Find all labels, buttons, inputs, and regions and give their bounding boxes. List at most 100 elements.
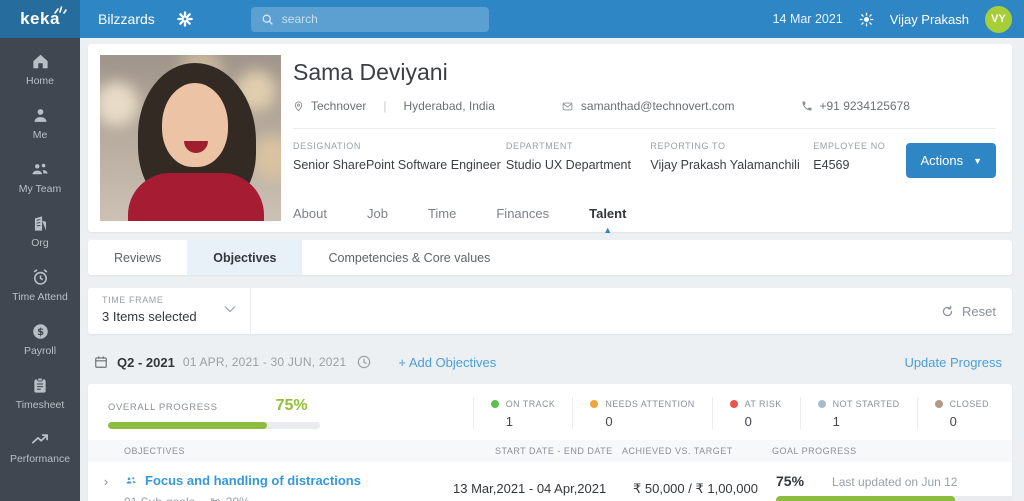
subtab-competencies[interactable]: Competencies & Core values	[302, 240, 516, 275]
status-dot	[817, 400, 826, 408]
subtab-objectives[interactable]: Objectives	[187, 240, 303, 275]
sidebar-label: Org	[31, 237, 49, 249]
building-icon	[34, 216, 46, 231]
profile-card: Sama Deviyani Technover | Hyderabad, Ind…	[88, 44, 1012, 235]
overall-progress-fill	[108, 422, 267, 429]
add-objectives-link[interactable]: + Add Objectives	[398, 355, 496, 370]
timeframe-dropdown[interactable]: TIME FRAME 3 Items selected	[88, 288, 250, 334]
company-location: Technover | Hyderabad, India	[293, 99, 495, 113]
expand-chevron-icon[interactable]: ›	[88, 473, 124, 489]
svg-text:$: $	[37, 327, 44, 338]
history-icon[interactable]	[356, 354, 372, 370]
field-value: Senior SharePoint Software Engineer	[293, 158, 501, 172]
goal-progress-fill	[776, 496, 955, 501]
status-dot	[590, 400, 599, 408]
objectives-card: OVERALL PROGRESS 75% ON TRACK 1 NEEDS AT…	[88, 384, 1012, 501]
email-icon	[562, 102, 573, 110]
company-name: Technover	[311, 99, 367, 113]
keka-logo[interactable]: keka	[0, 0, 80, 38]
field-designation: DESIGNATION Senior SharePoint Software E…	[293, 141, 506, 172]
legend-closed: CLOSED 0	[916, 397, 1006, 429]
chevron-down-icon: ▼	[973, 155, 983, 166]
legend-label: CLOSED	[949, 399, 989, 409]
alarm-clock-icon	[33, 269, 47, 285]
sidebar-item-me[interactable]: Me	[4, 106, 76, 147]
subtab-reviews[interactable]: Reviews	[88, 240, 187, 275]
filter-bar: TIME FRAME 3 Items selected Reset	[88, 288, 1012, 334]
sidebar-item-timesheet[interactable]: Timesheet	[4, 376, 76, 417]
tab-label: Talent	[589, 206, 627, 221]
actions-button[interactable]: Actions ▼	[906, 143, 997, 178]
profile-tabs: About Job Time Finances Talent ▲	[293, 206, 627, 235]
objective-goal-progress: 75% Last updated on Jun 12	[768, 473, 1012, 501]
logo-rays-icon	[54, 6, 67, 14]
field-employee-no: EMPLOYEE NO E4569	[813, 141, 898, 172]
legend-label: AT RISK	[744, 399, 782, 409]
overall-progress: OVERALL PROGRESS 75%	[108, 397, 388, 429]
field-label: DEPARTMENT	[505, 141, 574, 151]
location-text: Hyderabad, India	[403, 99, 495, 113]
sidebar-item-my-team[interactable]: My Team	[4, 160, 76, 201]
talent-subtabs: Reviews Objectives Competencies & Core v…	[88, 240, 1012, 275]
theme-sun-icon[interactable]	[859, 12, 874, 27]
sidebar-item-org[interactable]: Org	[4, 214, 76, 255]
gear-icon[interactable]	[176, 11, 193, 27]
overall-progress-bar	[108, 422, 320, 429]
goal-progress-percent: 75%	[776, 473, 805, 489]
period-row: Q2 - 2021 01 APR, 2021 - 30 JUN, 2021 + …	[88, 345, 1012, 379]
objective-title-link[interactable]: Focus and handling of distractions	[145, 473, 361, 488]
goal-progress-bar	[776, 496, 1012, 501]
employee-name: Sama Deviyani	[293, 59, 448, 85]
tab-finances[interactable]: Finances	[496, 206, 549, 232]
objective-row: › Focus and handling of distractions 01 …	[88, 462, 1012, 501]
reset-label: Reset	[962, 303, 996, 319]
phone-text: +91 9234125678	[819, 99, 910, 113]
profile-photo	[100, 55, 281, 221]
sidebar-label: Home	[25, 75, 54, 87]
search-icon	[262, 14, 273, 25]
clipboard-icon	[34, 377, 46, 393]
user-name[interactable]: Vijay Prakash	[890, 12, 969, 27]
reset-button[interactable]: Reset	[941, 304, 996, 319]
phone-item: +91 9234125678	[801, 99, 910, 113]
tab-job[interactable]: Job	[367, 206, 388, 232]
sidebar-item-performance[interactable]: Performance	[4, 430, 76, 471]
sidebar-item-payroll[interactable]: $ Payroll	[4, 322, 76, 363]
actions-label: Actions	[920, 153, 964, 168]
location-pin-icon	[294, 101, 303, 111]
objective-dates: 13 Mar,2021 - 04 Apr,2021	[453, 481, 607, 496]
status-dot	[729, 400, 738, 408]
legend-count: 0	[605, 414, 613, 429]
user-avatar[interactable]: VY	[985, 5, 1012, 33]
tab-talent[interactable]: Talent ▲	[589, 206, 627, 235]
calendar-icon	[95, 356, 107, 368]
field-value: Vijay Prakash Yalamanchili	[650, 158, 800, 172]
legend-count: 1	[832, 414, 840, 429]
workspace-name[interactable]: Bilzzards	[98, 11, 155, 27]
legend-label: NEEDS ATTENTION	[605, 399, 695, 409]
update-progress-link[interactable]: Update Progress	[904, 355, 1006, 370]
alignment-icon	[210, 497, 220, 501]
trend-up-icon	[32, 434, 48, 444]
email-item: samanthad@technovert.com	[561, 99, 735, 113]
sidebar-label: My Team	[18, 183, 62, 195]
objective-achieved-vs-target: ₹ 50,000 / ₹ 1,00,000	[633, 481, 758, 496]
field-reporting-to: REPORTING TO Vijay Prakash Yalamanchili	[650, 141, 813, 172]
objectives-table-header: OBJECTIVES START DATE - END DATE ACHIEVE…	[88, 440, 1012, 462]
tab-about[interactable]: About	[293, 206, 327, 232]
field-department: DEPARTMENT Studio UX Department	[506, 141, 650, 172]
subgoals-count: 01 Sub-goals	[124, 495, 195, 501]
search-input[interactable]	[281, 12, 452, 26]
phone-icon	[802, 101, 811, 111]
field-value: E4569	[813, 158, 850, 172]
team-icon	[32, 163, 48, 175]
quarter-title: Q2 - 2021	[117, 354, 175, 370]
sidebar-item-time-attend[interactable]: Time Attend	[4, 268, 76, 309]
sidebar-item-home[interactable]: Home	[4, 52, 76, 93]
tab-time[interactable]: Time	[428, 206, 456, 232]
sidebar-label: Me	[32, 129, 48, 141]
field-label: EMPLOYEE NO	[813, 141, 886, 151]
status-legend: ON TRACK 1 NEEDS ATTENTION 0 AT RISK 0 N…	[472, 397, 1006, 429]
timeframe-label: TIME FRAME	[102, 295, 164, 305]
search-bar[interactable]	[250, 6, 489, 32]
